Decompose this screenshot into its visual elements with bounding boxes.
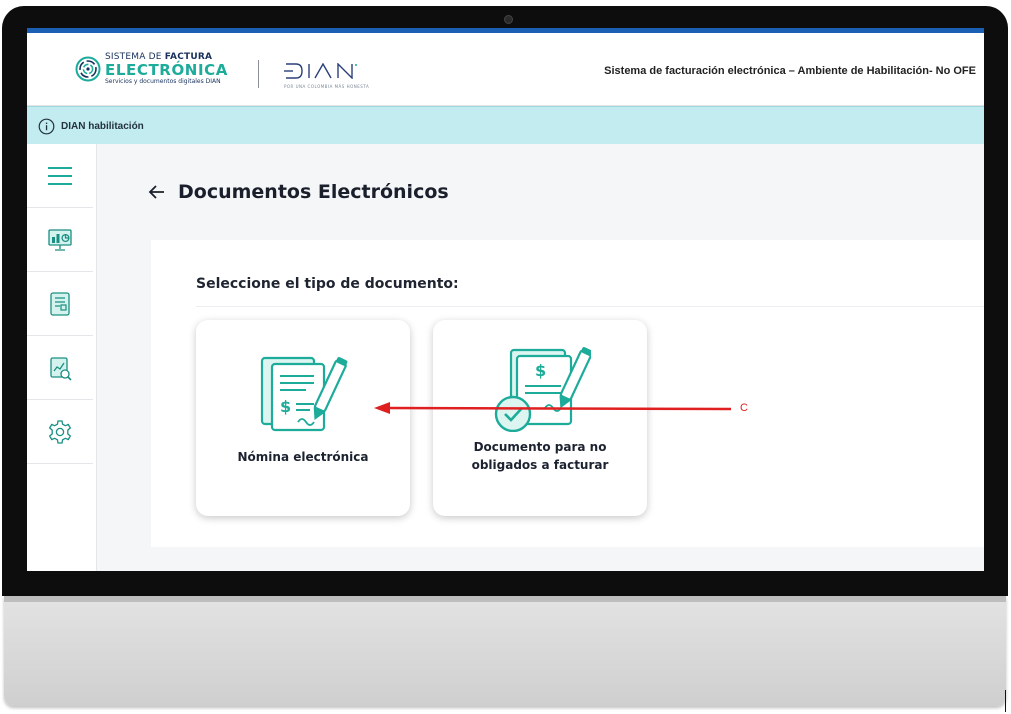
annotation-label: C <box>740 402 748 414</box>
card-nomina-electronica[interactable]: $ Nómina electrónica <box>196 320 410 516</box>
dian-logo: POR UNA COLOMBIA MÁS HONESTA <box>284 62 370 89</box>
dashboard-monitor-icon <box>48 228 72 251</box>
card-label-line2: obligados a facturar <box>471 458 609 472</box>
info-circle-icon <box>38 118 55 134</box>
main-area: Documentos Electrónicos Seleccione el ti… <box>27 144 984 571</box>
sidebar-item-dashboard[interactable] <box>27 208 93 272</box>
hamburger-menu-icon <box>48 166 72 185</box>
logo-line2: ELECTRÓNICA <box>105 61 228 79</box>
dian-tagline: POR UNA COLOMBIA MÁS HONESTA <box>284 84 370 89</box>
sidebar-item-settings[interactable] <box>27 400 93 464</box>
page-header: Documentos Electrónicos <box>148 181 449 203</box>
card-label-line1: Documento para no <box>473 440 607 454</box>
arrow-left-icon[interactable] <box>148 183 166 201</box>
dian-wordmark-icon <box>284 62 357 80</box>
environment-title: Sistema de facturación electrónica – Amb… <box>604 65 976 77</box>
card-documento-no-obligados[interactable]: $ Documento para no obligados a facturar <box>433 320 647 516</box>
sidebar-item-documents[interactable] <box>27 272 93 336</box>
webcam <box>504 15 513 24</box>
menu-toggle-button[interactable] <box>27 144 93 208</box>
document-type-panel: Seleccione el tipo de documento: $ Nómin… <box>151 240 984 547</box>
report-chart-icon <box>50 356 72 381</box>
info-banner: DIAN habilitación <box>27 106 984 145</box>
payroll-document-icon: $ <box>260 356 348 432</box>
info-banner-text: DIAN habilitación <box>61 120 144 132</box>
logo-divider <box>258 60 259 88</box>
page-title: Documentos Electrónicos <box>178 181 449 203</box>
svg-text:$: $ <box>280 397 291 416</box>
sidebar-item-reports[interactable] <box>27 336 93 400</box>
section-title: Seleccione el tipo de documento: <box>196 276 459 292</box>
app-header: SISTEMA DE FACTURA ELECTRÓNICA Servicios… <box>27 33 984 106</box>
document-check-icon: $ <box>494 347 591 432</box>
corner-mark <box>1005 690 1006 712</box>
section-divider <box>196 306 984 307</box>
document-list-icon <box>50 291 70 316</box>
fingerprint-logo-icon <box>75 56 101 82</box>
factura-electronica-logo[interactable]: SISTEMA DE FACTURA ELECTRÓNICA Servicios… <box>75 53 228 85</box>
card-label-documento-no-obligados: Documento para no obligados a facturar <box>433 438 647 474</box>
gear-icon <box>48 419 72 444</box>
sidebar <box>27 144 97 571</box>
card-label-nomina: Nómina electrónica <box>237 450 369 464</box>
app-screen: SISTEMA DE FACTURA ELECTRÓNICA Servicios… <box>27 28 984 571</box>
svg-text:$: $ <box>535 361 546 380</box>
monitor-chin <box>4 596 1006 706</box>
logo-line3: Servicios y documentos digitales DIAN <box>105 78 221 85</box>
